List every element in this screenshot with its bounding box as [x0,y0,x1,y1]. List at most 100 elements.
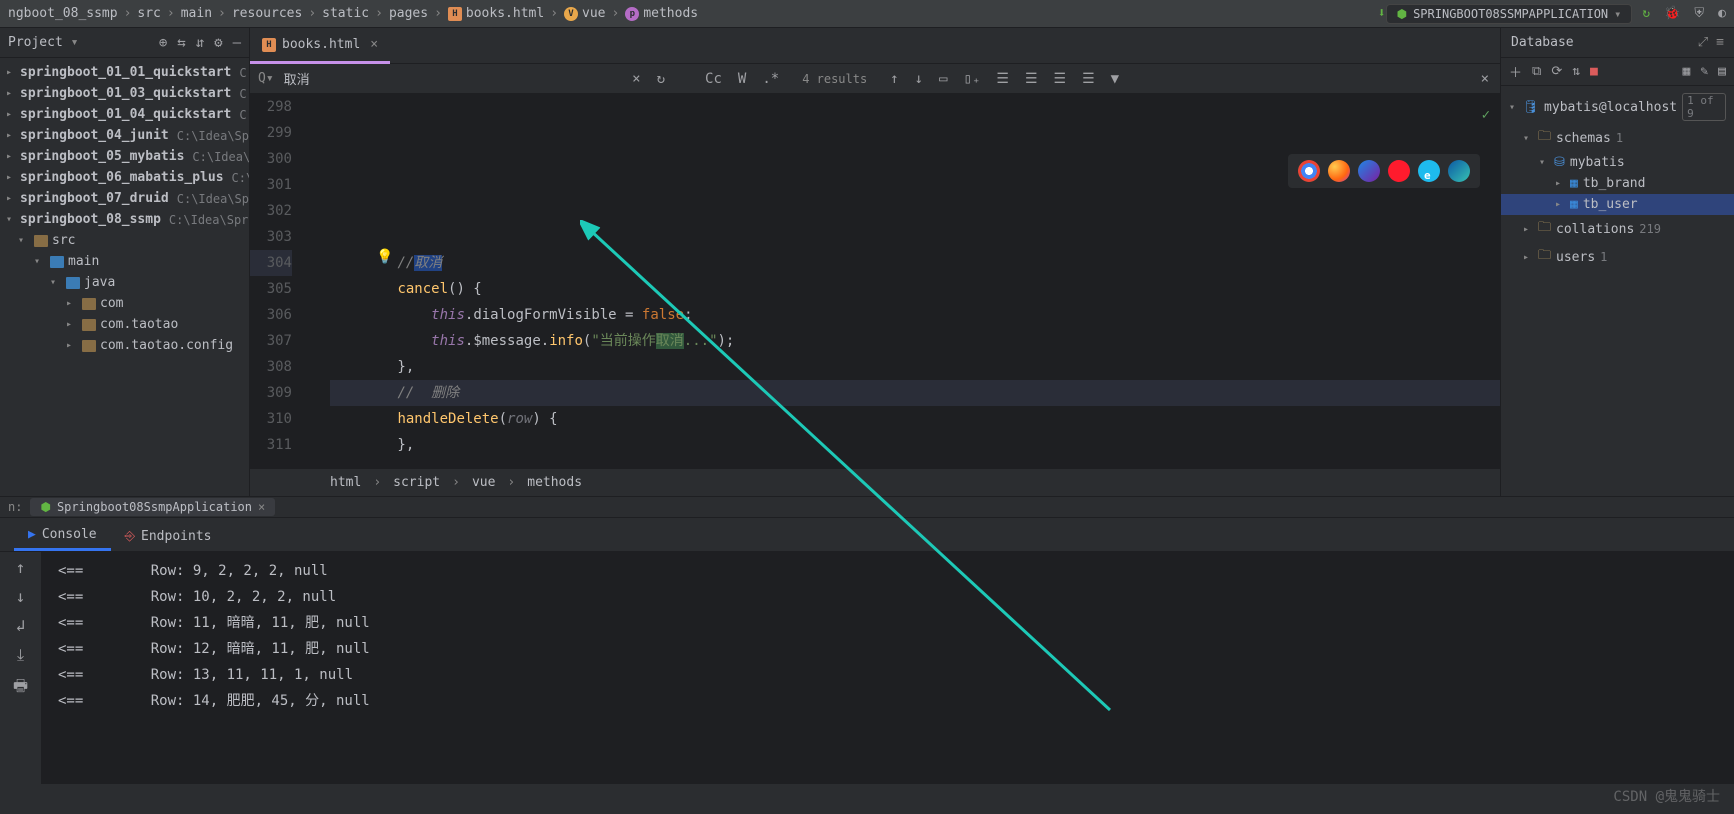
crumb[interactable]: methods [527,475,582,490]
project-root[interactable]: ▸springboot_01_01_quickstartC:\Id [0,62,249,83]
opera-icon[interactable] [1388,160,1410,182]
scroll-down-icon[interactable]: ↓ [16,587,26,606]
filter-icon-1[interactable]: ☰ [993,71,1012,87]
endpoint-icon: ⎆ [125,529,135,544]
expand-all-icon[interactable]: ⇆ [177,35,185,51]
method-icon: p [625,7,639,21]
hide-icon[interactable]: — [233,35,241,51]
schema-node[interactable]: ▾⛁mybatis [1501,152,1734,173]
tree-folder[interactable]: ▸com.taotao [0,314,249,335]
match-case-icon[interactable]: Cc [702,71,725,87]
project-tool-window: Project ▾ ⊕ ⇆ ⇵ ⚙ — ▸springboot_01_01_qu… [0,28,250,496]
close-icon[interactable]: × [370,37,378,52]
run-icon[interactable]: ↻ [1642,6,1650,21]
stop-icon[interactable]: ■ [1590,64,1598,79]
project-root[interactable]: ▸springboot_01_03_quickstartC:\Id [0,83,249,104]
tree-folder[interactable]: ▾main [0,251,249,272]
run-config-selector[interactable]: ⬢ SPRINGBOOT08SSMPAPPLICATION ▾ [1386,4,1633,24]
console-tab[interactable]: ▶Console [14,521,111,551]
crumb[interactable]: resources [232,6,302,21]
run-tab[interactable]: ⬢ Springboot08SsmpApplication × [30,498,275,516]
add-selection-icon[interactable]: ▯₊ [961,71,984,87]
chrome-icon[interactable] [1298,160,1320,182]
crumb[interactable]: Hbooks.html [448,6,544,21]
close-find-icon[interactable]: × [1478,71,1492,87]
sync-icon[interactable]: ⇅ [1572,64,1580,79]
table-node[interactable]: ▸▦tb_user [1501,194,1734,215]
database-title: Database [1511,35,1698,50]
new-datasource-icon[interactable]: ＋ [1509,62,1522,81]
select-all-icon[interactable]: ▭ [936,71,950,87]
next-match-icon[interactable]: ↓ [912,71,926,87]
project-root[interactable]: ▸springboot_07_druidC:\Idea\Sprin [0,188,249,209]
scroll-to-end-icon[interactable]: ⤓ [17,645,24,665]
db-folder[interactable]: ▸🗀collations219 [1501,215,1734,243]
crumb[interactable]: script [393,475,440,490]
crumb[interactable]: ngboot_08_ssmp [8,6,118,21]
spring-boot-icon: ⬢ [1397,7,1407,21]
fold-gutter [300,94,320,468]
search-history-icon[interactable]: ↻ [654,71,668,87]
filter-icon-4[interactable]: ☰ [1079,71,1098,87]
editor-tab[interactable]: H books.html × [250,28,390,64]
funnel-icon[interactable]: ▼ [1108,71,1122,87]
build-icon[interactable]: ⬇ [1378,6,1386,21]
inspection-ok-icon[interactable]: ✓ [1482,102,1490,128]
project-root[interactable]: ▸springboot_04_junitC:\Idea\Sprin [0,125,249,146]
find-input[interactable]: 取消 [284,69,620,88]
tree-folder[interactable]: ▾src [0,230,249,251]
edge-icon[interactable] [1448,160,1470,182]
filter-icon-2[interactable]: ☰ [1022,71,1041,87]
close-icon[interactable]: × [258,500,265,514]
safari-icon[interactable] [1358,160,1380,182]
code-editor[interactable]: 2982993003013023033043053063073083093103… [250,94,1500,468]
clear-search-icon[interactable]: × [629,71,643,87]
regex-icon[interactable]: .* [759,71,782,87]
project-root[interactable]: ▸springboot_05_mybatisC:\Idea\Sp [0,146,249,167]
filter-icon-3[interactable]: ☰ [1051,71,1070,87]
settings-icon[interactable]: ⚙ [214,35,222,51]
crumb[interactable]: static [322,6,369,21]
hide-icon[interactable]: ⤢ [1698,35,1708,50]
firefox-icon[interactable] [1328,160,1350,182]
soft-wrap-icon[interactable]: ↲ [16,616,26,635]
breadcrumb: ngboot_08_ssmp src main resources static… [8,6,1378,21]
crumb[interactable]: Vvue [564,6,605,21]
table-view-icon[interactable]: ▦ [1683,64,1691,79]
crumb[interactable]: vue [472,475,495,490]
tree-folder[interactable]: ▾java [0,272,249,293]
scroll-up-icon[interactable]: ↑ [16,558,26,577]
tree-folder[interactable]: ▸com.taotao.config [0,335,249,356]
tree-folder[interactable]: ▸com [0,293,249,314]
project-root[interactable]: ▾springboot_08_ssmpC:\Idea\Sprin [0,209,249,230]
console-text[interactable]: <== Row: 9, 2, 2, 2, null <== Row: 10, 2… [42,552,1734,784]
prev-match-icon[interactable]: ↑ [887,71,901,87]
console-icon[interactable]: ▤ [1718,64,1726,79]
crumb[interactable]: main [181,6,212,21]
datasource-node[interactable]: ▾🛢mybatis@localhost1 of 9 [1501,90,1734,124]
db-folder[interactable]: ▸🗀users1 [1501,243,1734,271]
edit-icon[interactable]: ✎ [1700,64,1708,79]
duplicate-icon[interactable]: ⧉ [1532,64,1541,79]
print-icon[interactable]: 🖶 [13,675,28,702]
profile-icon[interactable]: ◐ [1718,6,1726,21]
debug-icon[interactable]: 🐞 [1664,6,1680,21]
project-title[interactable]: Project ▾ [8,35,151,50]
db-folder[interactable]: ▾🗀schemas1 [1501,124,1734,152]
intention-bulb-icon[interactable]: 💡 [376,244,393,270]
project-root[interactable]: ▸springboot_06_mabatis_plusC:\Id [0,167,249,188]
project-root[interactable]: ▸springboot_01_04_quickstartC:\Id [0,104,249,125]
crumb[interactable]: pages [389,6,428,21]
crumb[interactable]: src [137,6,160,21]
words-icon[interactable]: W [735,71,749,87]
endpoints-tab[interactable]: ⎆Endpoints [111,521,226,551]
ie-icon[interactable]: e [1418,160,1440,182]
collapse-all-icon[interactable]: ⇵ [196,35,204,51]
crumb[interactable]: pmethods [625,6,698,21]
coverage-icon[interactable]: ⛨ [1694,6,1704,21]
table-node[interactable]: ▸▦tb_brand [1501,173,1734,194]
settings-icon[interactable]: ≡ [1716,35,1724,50]
select-opened-file-icon[interactable]: ⊕ [159,35,167,51]
refresh-icon[interactable]: ⟳ [1551,64,1562,79]
crumb[interactable]: html [330,475,361,490]
